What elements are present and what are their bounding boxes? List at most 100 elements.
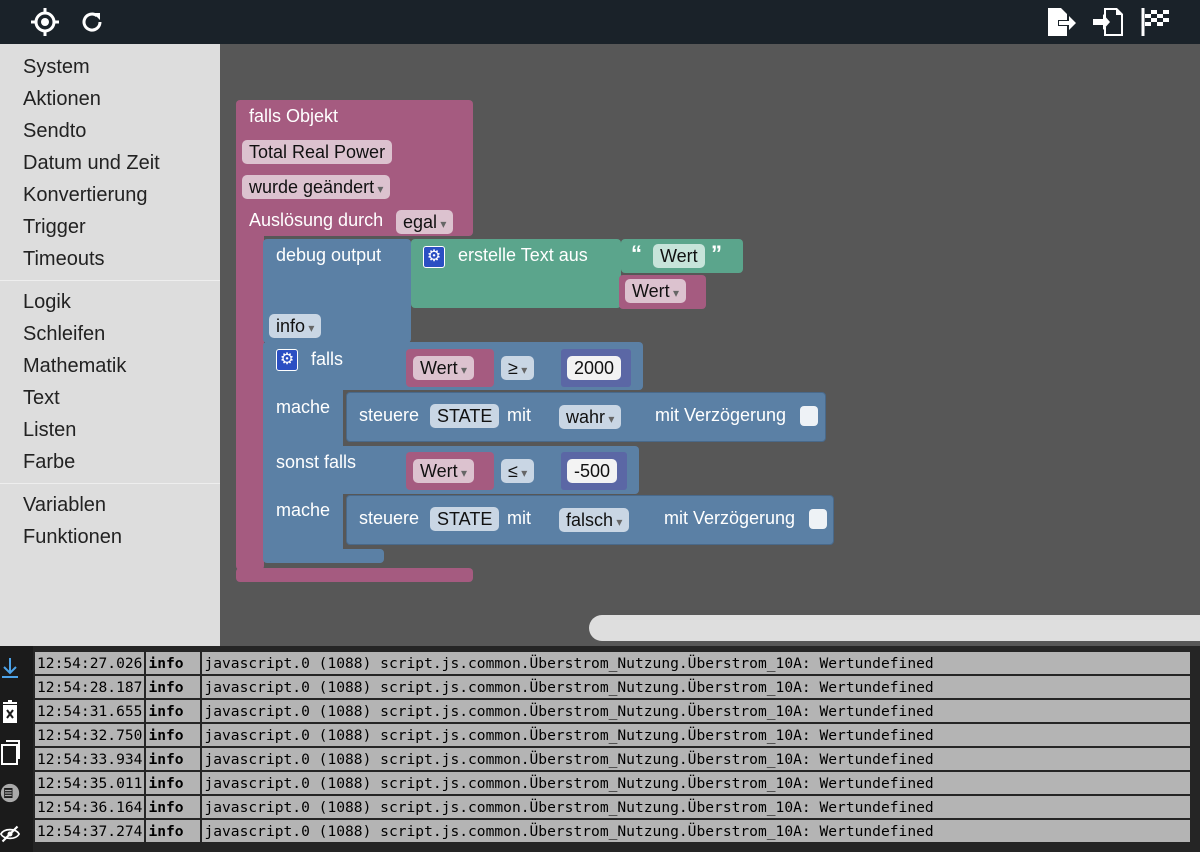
- log-message: javascript.0 (1088) script.js.common.Übe…: [200, 676, 1191, 698]
- action1-delay-label: mit Verzögerung: [655, 405, 787, 425]
- refresh-icon[interactable]: [74, 4, 110, 40]
- log-time: 12:54:31.655: [33, 700, 145, 722]
- condition2-number-block[interactable]: -500: [561, 452, 627, 490]
- action1-delay-checkbox[interactable]: [800, 406, 818, 426]
- variable-dropdown[interactable]: Wert: [625, 279, 687, 303]
- columns-icon[interactable]: [0, 781, 20, 805]
- log-severity: info: [144, 820, 201, 842]
- toolbox-category-trigger[interactable]: Trigger: [0, 211, 220, 243]
- log-time: 12:54:35.011: [33, 772, 145, 794]
- log-time: 12:54:37.274: [33, 820, 145, 842]
- log-row: 12:54:35.011 info javascript.0 (1088) scri…: [33, 772, 1191, 794]
- action2-label: steuere: [359, 508, 420, 528]
- log-message: javascript.0 (1088) script.js.common.Übe…: [200, 772, 1191, 794]
- toolbox-category-konvertierung[interactable]: Konvertierung: [0, 179, 220, 211]
- toolbox-category-datum-und-zeit[interactable]: Datum und Zeit: [0, 147, 220, 179]
- log-severity: info: [144, 652, 201, 674]
- close-quote-icon: ”: [711, 241, 722, 266]
- toolbox-category-funktionen[interactable]: Funktionen: [0, 521, 220, 553]
- toolbox-category-system[interactable]: System: [0, 51, 220, 83]
- condition2-number-field[interactable]: -500: [567, 459, 618, 483]
- object-id-field[interactable]: Total Real Power: [242, 140, 393, 164]
- log-severity: info: [144, 772, 201, 794]
- elseif-label: sonst falls: [276, 452, 357, 472]
- condition2-operator-dropdown[interactable]: ≤: [501, 459, 535, 483]
- log-message: javascript.0 (1088) script.js.common.Übe…: [200, 724, 1191, 746]
- log-row: 12:54:27.026 info javascript.0 (1088) scri…: [33, 652, 1191, 674]
- log-row: 12:54:33.934 info javascript.0 (1088) scri…: [33, 748, 1191, 770]
- toolbox-category-schleifen[interactable]: Schleifen: [0, 318, 220, 350]
- import-icon[interactable]: [1090, 4, 1126, 40]
- log-table: 12:54:27.026 info javascript.0 (1088) scri…: [33, 650, 1191, 844]
- top-toolbar: [0, 0, 1200, 44]
- toolbox-category-aktionen[interactable]: Aktionen: [0, 83, 220, 115]
- log-message: javascript.0 (1088) script.js.common.Übe…: [200, 652, 1191, 674]
- log-time: 12:54:36.164: [33, 796, 145, 818]
- open-quote-icon: “: [631, 241, 642, 266]
- action2-state-field[interactable]: STATE: [430, 507, 500, 531]
- log-time: 12:54:28.187: [33, 676, 145, 698]
- toolbox-category-sendto[interactable]: Sendto: [0, 115, 220, 147]
- log-row: 12:54:37.274 info javascript.0 (1088) scri…: [33, 820, 1191, 842]
- debug-output-label: debug output: [276, 245, 382, 265]
- copy-icon[interactable]: [0, 740, 20, 765]
- log-time: 12:54:27.026: [33, 652, 145, 674]
- trigger-label: Auslösung durch: [249, 210, 384, 230]
- log-severity: info: [144, 748, 201, 770]
- checkered-flag-icon[interactable]: [1137, 4, 1173, 40]
- log-row: 12:54:36.164 info javascript.0 (1088) scri…: [33, 796, 1191, 818]
- log-severity: info: [144, 724, 201, 746]
- action2-delay-checkbox[interactable]: [809, 509, 827, 529]
- debug-level-dropdown[interactable]: info: [269, 314, 322, 338]
- log-row: 12:54:28.187 info javascript.0 (1088) scri…: [33, 676, 1191, 698]
- event-block-spine: [236, 224, 264, 570]
- toolbox-separator: [0, 483, 220, 484]
- toolbox-category-mathematik[interactable]: Mathematik: [0, 350, 220, 382]
- log-message: javascript.0 (1088) script.js.common.Übe…: [200, 820, 1191, 842]
- condition1-var-dropdown[interactable]: Wert: [413, 356, 475, 380]
- toolbox-separator: [0, 280, 220, 281]
- log-time: 12:54:32.750: [33, 724, 145, 746]
- clear-log-icon[interactable]: [0, 700, 20, 724]
- log-message: javascript.0 (1088) script.js.common.Übe…: [200, 748, 1191, 770]
- toolbox-category-variablen[interactable]: Variablen: [0, 489, 220, 521]
- condition1-number-field[interactable]: 2000: [567, 356, 622, 380]
- text-join-label: erstelle Text aus: [458, 245, 588, 265]
- action1-label: steuere: [359, 405, 420, 425]
- action2-value-dropdown[interactable]: falsch: [559, 508, 630, 532]
- blockly-workspace[interactable]: falls Objekt Total Real Power wurde geän…: [220, 44, 1200, 646]
- do2-label: mache: [276, 500, 331, 520]
- condition1-number-block[interactable]: 2000: [561, 349, 631, 387]
- action1-state-field[interactable]: STATE: [430, 404, 500, 428]
- export-icon[interactable]: [1042, 4, 1078, 40]
- toolbox-category-text[interactable]: Text: [0, 382, 220, 414]
- log-severity: info: [144, 796, 201, 818]
- condition2-var-dropdown[interactable]: Wert: [413, 459, 475, 483]
- event-block-footer: [236, 568, 473, 582]
- gear-icon[interactable]: ⚙: [423, 246, 445, 268]
- hide-icon[interactable]: [0, 822, 20, 846]
- horizontal-scrollbar[interactable]: [589, 615, 1200, 641]
- gear-icon[interactable]: ⚙: [276, 349, 298, 371]
- action1-value-dropdown[interactable]: wahr: [559, 405, 622, 429]
- crosshair-icon[interactable]: [27, 4, 63, 40]
- toolbox-category-logik[interactable]: Logik: [0, 286, 220, 318]
- condition1-operator-dropdown[interactable]: ≥: [501, 356, 535, 380]
- scroll-down-icon[interactable]: [0, 656, 20, 680]
- log-message: javascript.0 (1088) script.js.common.Übe…: [200, 700, 1191, 722]
- text-literal-field[interactable]: Wert: [653, 244, 705, 268]
- log-toolbar: [0, 646, 33, 852]
- if-block-footer: [263, 549, 384, 563]
- log-message: javascript.0 (1088) script.js.common.Übe…: [200, 796, 1191, 818]
- toolbox-category-timeouts[interactable]: Timeouts: [0, 243, 220, 275]
- trigger-dropdown[interactable]: egal: [396, 210, 454, 234]
- do-label: mache: [276, 397, 331, 417]
- event-title: falls Objekt: [249, 106, 339, 126]
- condition-dropdown[interactable]: wurde geändert: [242, 175, 391, 199]
- blockly-toolbox: System Aktionen Sendto Datum und Zeit Ko…: [0, 44, 220, 646]
- log-row: 12:54:32.750 info javascript.0 (1088) scri…: [33, 724, 1191, 746]
- toolbox-category-farbe[interactable]: Farbe: [0, 446, 220, 478]
- action2-mit-label: mit: [507, 508, 531, 528]
- toolbox-category-listen[interactable]: Listen: [0, 414, 220, 446]
- log-time: 12:54:33.934: [33, 748, 145, 770]
